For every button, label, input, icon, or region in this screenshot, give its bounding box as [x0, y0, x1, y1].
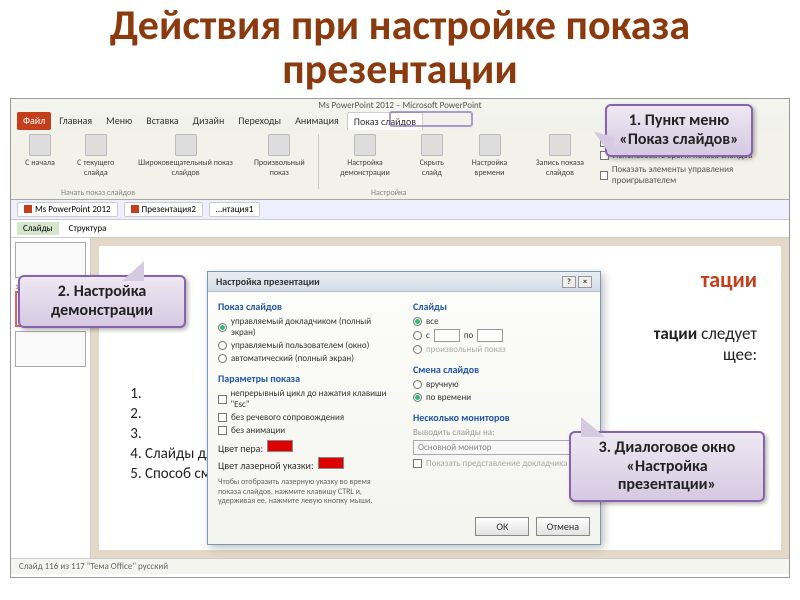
ok-button[interactable]: ОК: [475, 517, 529, 536]
callout-2: 2. Настройка демонстрации: [18, 275, 186, 328]
ribbon-from-current[interactable]: С текущего слайда: [67, 134, 125, 189]
play-icon: [29, 134, 51, 156]
callout-1-text: 1. Пункт меню «Показ слайдов»: [619, 111, 739, 148]
group-showtype: Показ слайдов: [218, 300, 395, 313]
file-tab[interactable]: Файл: [17, 112, 51, 130]
play-current-icon: [85, 134, 107, 156]
laser-color-swatch[interactable]: [318, 457, 344, 469]
tab-transitions[interactable]: Переходы: [232, 112, 287, 130]
thumb[interactable]: [15, 242, 86, 278]
group-monitors: Несколько мониторов: [413, 411, 590, 424]
monitor-label: Выводить слайды на:: [413, 427, 590, 438]
tab-animation[interactable]: Анимация: [289, 112, 345, 130]
pptx-icon: [24, 205, 32, 213]
chk-loop[interactable]: непрерывный цикл до нажатия клавиши "Esc…: [218, 388, 395, 410]
callout-3: 3. Диалоговое окно «Настройка презентаци…: [569, 431, 765, 502]
broadcast-icon: [175, 134, 197, 156]
cancel-button[interactable]: Отмена: [536, 517, 590, 536]
pen-color-row: Цвет пера:: [218, 440, 395, 455]
status-bar: Слайд 116 из 117 "Тема Office" русский: [11, 558, 789, 574]
pen-color-swatch[interactable]: [267, 440, 293, 452]
nav-outline[interactable]: Структура: [63, 222, 113, 235]
group-advance: Смена слайдов: [413, 363, 590, 376]
dialog-title-text: Настройка презентации: [216, 275, 320, 288]
timer-icon: [479, 134, 501, 156]
thumb[interactable]: [15, 331, 86, 367]
document-tabs-strip: Ms PowerPoint 2012 Презентация2 …нтация1: [11, 200, 789, 220]
tab-insert[interactable]: Вставка: [140, 112, 184, 130]
radio-presenter[interactable]: управляемый докладчиком (полный экран): [218, 316, 395, 338]
laser-color-row: Цвет лазерной указки:: [218, 457, 395, 472]
radio-timed[interactable]: по времени: [413, 392, 590, 403]
radio-manual[interactable]: вручную: [413, 379, 590, 390]
radio-range[interactable]: с по: [413, 329, 590, 342]
group-label-start: Начать показ слайдов: [61, 188, 135, 198]
group-params: Параметры показа: [218, 372, 395, 385]
ribbon-hide-slide[interactable]: Скрыть слайд: [409, 134, 455, 189]
record-icon: [549, 134, 571, 156]
radio-kiosk[interactable]: автоматический (полный экран): [218, 353, 395, 364]
radio-custom: произвольный показ: [413, 344, 590, 355]
ribbon-custom-show[interactable]: Произвольный показ: [247, 134, 313, 189]
callout-2-text: 2. Настройка демонстрации: [51, 282, 153, 319]
radio-browsed[interactable]: управляемый пользователем (окно): [218, 340, 395, 351]
chk-controls[interactable]: Показать элементы управления проигрывате…: [600, 164, 783, 187]
ribbon-setup-show[interactable]: Настройка демонстрации: [325, 134, 405, 189]
callout-1: 1. Пункт меню «Показ слайдов»: [605, 104, 753, 157]
callout-3-text: 3. Диалоговое окно «Настройка презентаци…: [599, 438, 736, 494]
spin-from[interactable]: [434, 329, 460, 342]
hide-slide-icon: [421, 134, 443, 156]
nav-pane-tabs: Слайды Структура: [11, 220, 789, 238]
tab-menu[interactable]: Меню: [100, 112, 138, 130]
dialog-help-icon[interactable]: ?: [562, 276, 576, 288]
custom-show-icon: [268, 134, 290, 156]
monitor-dropdown[interactable]: Основной монитор: [413, 440, 590, 455]
chk-no-narration[interactable]: без речевого сопровождения: [218, 412, 395, 423]
ribbon-broadcast[interactable]: Широковещательный показ слайдов: [129, 134, 243, 189]
chk-no-animation[interactable]: без анимации: [218, 425, 395, 436]
laser-note: Чтобы отобразить лазерную указку во врем…: [218, 478, 395, 507]
dialog-close-icon[interactable]: ×: [578, 276, 592, 288]
radio-all-slides[interactable]: все: [413, 316, 590, 327]
doc-tab-2[interactable]: Презентация2: [124, 202, 203, 217]
highlight-slideshow-tab: [389, 111, 473, 127]
nav-slides[interactable]: Слайды: [17, 222, 59, 235]
pptx-icon: [131, 205, 139, 213]
ribbon-from-start[interactable]: С начала: [17, 134, 63, 189]
screenshot-frame: Ms PowerPoint 2012 – Microsoft PowerPoin…: [10, 98, 790, 578]
ribbon-rehearse[interactable]: Настройка времени: [459, 134, 521, 189]
spin-to[interactable]: [477, 329, 503, 342]
doc-tab-3[interactable]: …нтация1: [209, 202, 260, 217]
setup-show-dialog: Настройка презентации ? × Показ слайдов …: [207, 271, 601, 545]
group-label-setup: Настройка: [371, 188, 406, 198]
slide-title: Действия при настройке показа презентаци…: [0, 0, 800, 98]
setup-icon: [354, 134, 376, 156]
tab-design[interactable]: Дизайн: [187, 112, 231, 130]
chk-presenter-view: Показать представление докладчика: [413, 458, 590, 469]
dialog-titlebar: Настройка презентации ? ×: [208, 272, 600, 292]
group-slides: Слайды: [413, 300, 590, 313]
ribbon-record[interactable]: Запись показа слайдов: [524, 134, 595, 189]
doc-tab-1[interactable]: Ms PowerPoint 2012: [17, 202, 118, 217]
tab-home[interactable]: Главная: [53, 112, 98, 130]
